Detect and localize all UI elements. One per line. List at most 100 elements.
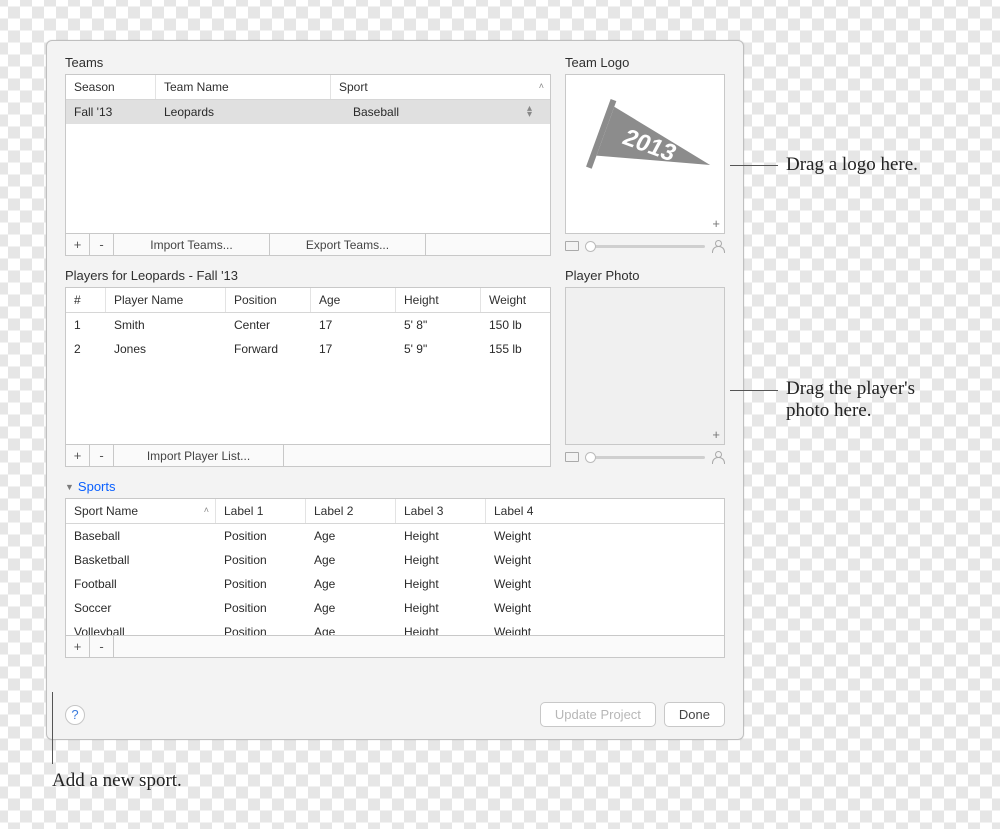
- player-cell-num: 2: [66, 337, 106, 361]
- teams-col-season[interactable]: Season: [66, 75, 156, 99]
- person-icon: [711, 451, 725, 463]
- sport-row[interactable]: BaseballPositionAgeHeightWeight: [66, 524, 724, 548]
- sport-cell-l2: Age: [306, 524, 396, 548]
- dialog-footer: ? Update Project Done: [65, 694, 725, 727]
- player-cell-weight: 150 lb: [481, 313, 550, 337]
- sport-cell-l3: Height: [396, 572, 486, 596]
- players-col-name[interactable]: Player Name: [106, 288, 226, 312]
- thumb-small-icon: [565, 241, 579, 251]
- sports-button-bar: + -: [65, 636, 725, 658]
- sport-cell-l1: Position: [216, 524, 306, 548]
- sport-cell-l4: Weight: [486, 524, 724, 548]
- sport-row[interactable]: FootballPositionAgeHeightWeight: [66, 572, 724, 596]
- player-cell-position: Center: [226, 313, 311, 337]
- teams-col-sport[interactable]: Sport ˄: [331, 75, 550, 99]
- add-team-button[interactable]: +: [66, 234, 90, 255]
- teams-table[interactable]: Season Team Name Sport ˄ Fall '13 Leopar…: [65, 74, 551, 234]
- players-col-weight[interactable]: Weight: [481, 288, 550, 312]
- sports-col-name-label: Sport Name: [74, 504, 138, 518]
- sport-cell-l2: Age: [306, 620, 396, 636]
- sport-cell-l4: Weight: [486, 596, 724, 620]
- preferences-dialog: Teams Season Team Name Sport ˄ Fall '13 …: [46, 40, 744, 740]
- players-col-position[interactable]: Position: [226, 288, 311, 312]
- player-photo-well[interactable]: +: [565, 287, 725, 445]
- player-photo-add-button[interactable]: +: [712, 427, 720, 442]
- player-photo-label: Player Photo: [565, 268, 725, 283]
- player-cell-weight: 155 lb: [481, 337, 550, 361]
- player-photo-zoom-slider-row: [565, 449, 725, 465]
- player-photo-zoom-slider[interactable]: [585, 456, 705, 459]
- sport-cell-name: Basketball: [66, 548, 216, 572]
- team-logo-label: Team Logo: [565, 55, 725, 70]
- remove-player-button[interactable]: -: [90, 445, 114, 466]
- sports-col-l3[interactable]: Label 3: [396, 499, 486, 523]
- add-sport-button[interactable]: +: [66, 636, 90, 657]
- add-player-button[interactable]: +: [66, 445, 90, 466]
- sport-cell-name: Soccer: [66, 596, 216, 620]
- sport-row[interactable]: BasketballPositionAgeHeightWeight: [66, 548, 724, 572]
- sports-table[interactable]: Sport Name ˄ Label 1 Label 2 Label 3 Lab…: [65, 498, 725, 636]
- team-row[interactable]: Fall '13 Leopards Baseball ▴▾: [66, 100, 550, 124]
- player-cell-age: 17: [311, 337, 396, 361]
- sport-cell-l2: Age: [306, 596, 396, 620]
- sort-asc-icon: ˄: [539, 81, 544, 91]
- team-row-sport: Baseball: [353, 105, 399, 119]
- team-row-sport-cell[interactable]: Baseball ▴▾: [331, 100, 550, 124]
- teams-bar-spacer: [426, 234, 550, 255]
- import-players-button[interactable]: Import Player List...: [114, 445, 284, 466]
- teams-button-bar: + - Import Teams... Export Teams...: [65, 234, 551, 256]
- sport-cell-l1: Position: [216, 620, 306, 636]
- sports-col-l4[interactable]: Label 4: [486, 499, 724, 523]
- player-cell-name: Smith: [106, 313, 226, 337]
- slider-thumb[interactable]: [585, 452, 596, 463]
- teams-col-teamname[interactable]: Team Name: [156, 75, 331, 99]
- player-row[interactable]: 1SmithCenter175' 8"150 lb: [66, 313, 550, 337]
- sport-cell-l1: Position: [216, 596, 306, 620]
- players-bar-spacer: [284, 445, 550, 466]
- team-logo-well[interactable]: 2013 +: [565, 74, 725, 234]
- sport-cell-name: Volleyball: [66, 620, 216, 636]
- sport-row[interactable]: VolleyballPositionAgeHeightWeight: [66, 620, 724, 636]
- player-cell-height: 5' 9": [396, 337, 481, 361]
- player-row[interactable]: 2JonesForward175' 9"155 lb: [66, 337, 550, 361]
- done-button[interactable]: Done: [664, 702, 725, 727]
- players-col-num[interactable]: #: [66, 288, 106, 312]
- team-row-name: Leopards: [156, 100, 331, 124]
- remove-team-button[interactable]: -: [90, 234, 114, 255]
- help-button[interactable]: ?: [65, 705, 85, 725]
- players-button-bar: + - Import Player List...: [65, 445, 551, 467]
- player-cell-name: Jones: [106, 337, 226, 361]
- callout-photo-line1: Drag the player's: [786, 378, 915, 399]
- callout-photo: Drag the player's photo here.: [786, 378, 915, 422]
- stepper-icon[interactable]: ▴▾: [527, 106, 532, 118]
- export-teams-button[interactable]: Export Teams...: [270, 234, 426, 255]
- sport-cell-l3: Height: [396, 596, 486, 620]
- players-col-height[interactable]: Height: [396, 288, 481, 312]
- team-row-season: Fall '13: [66, 100, 156, 124]
- player-cell-age: 17: [311, 313, 396, 337]
- players-table[interactable]: # Player Name Position Age Height Weight…: [65, 287, 551, 445]
- sports-col-l1[interactable]: Label 1: [216, 499, 306, 523]
- team-logo-zoom-slider[interactable]: [585, 245, 705, 248]
- sport-cell-name: Baseball: [66, 524, 216, 548]
- sport-cell-l4: Weight: [486, 572, 724, 596]
- sport-cell-l2: Age: [306, 572, 396, 596]
- sport-cell-l4: Weight: [486, 548, 724, 572]
- import-teams-button[interactable]: Import Teams...: [114, 234, 270, 255]
- callout-photo-line2: photo here.: [786, 400, 871, 421]
- players-col-age[interactable]: Age: [311, 288, 396, 312]
- remove-sport-button[interactable]: -: [90, 636, 114, 657]
- sport-row[interactable]: SoccerPositionAgeHeightWeight: [66, 596, 724, 620]
- callout-line: [730, 390, 778, 391]
- sports-disclosure[interactable]: ▼ Sports: [65, 479, 725, 494]
- sports-col-l2[interactable]: Label 2: [306, 499, 396, 523]
- team-logo-add-button[interactable]: +: [712, 216, 720, 231]
- update-project-button[interactable]: Update Project: [540, 702, 656, 727]
- sport-cell-l2: Age: [306, 548, 396, 572]
- teams-label: Teams: [65, 55, 551, 70]
- sports-col-name[interactable]: Sport Name ˄: [66, 499, 216, 523]
- sport-cell-l1: Position: [216, 572, 306, 596]
- slider-thumb[interactable]: [585, 241, 596, 252]
- callout-sport: Add a new sport.: [52, 770, 182, 792]
- callout-logo: Drag a logo here.: [786, 154, 918, 176]
